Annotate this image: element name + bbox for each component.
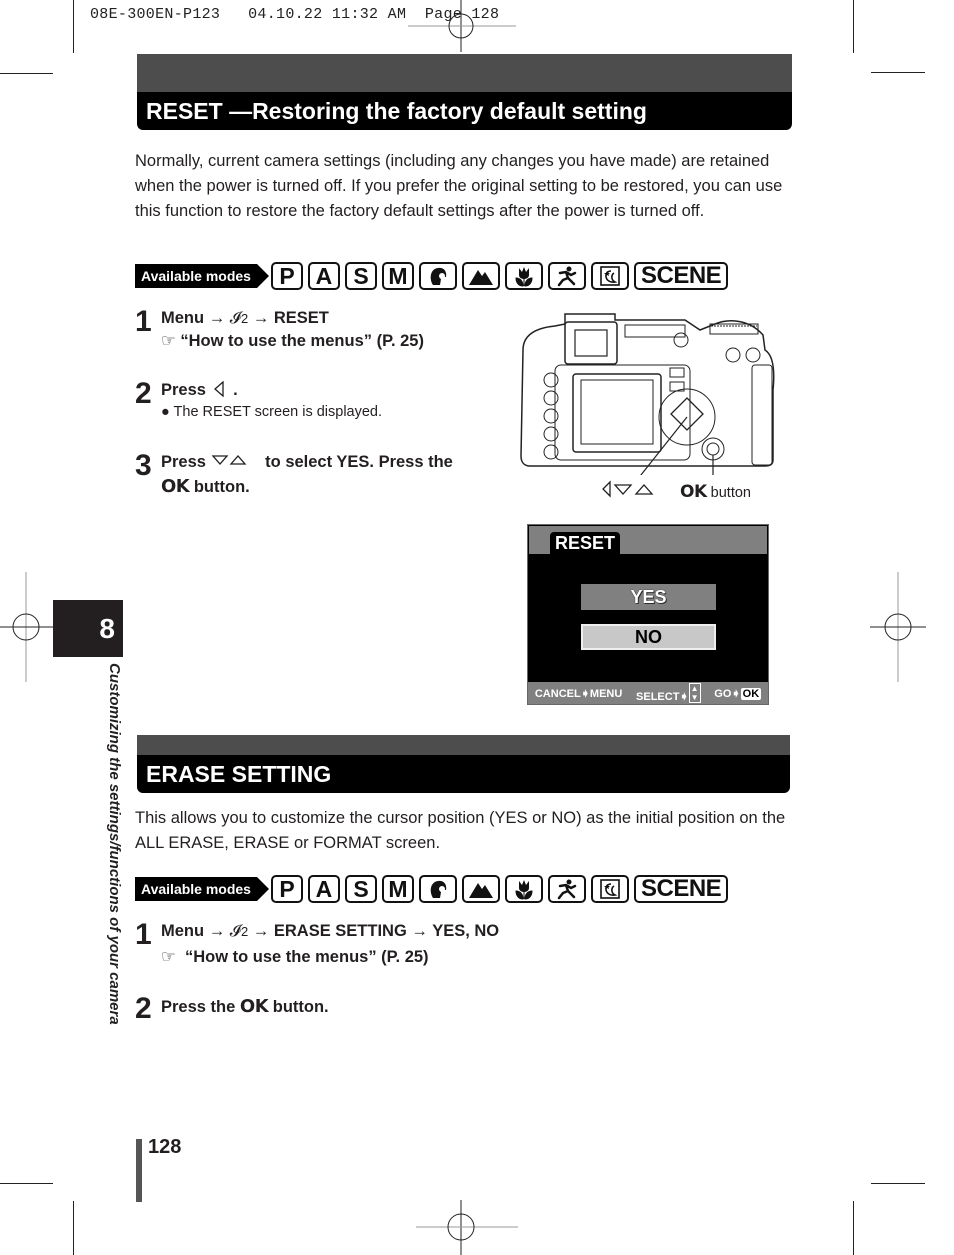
mode-s: S [344,262,377,290]
registration-mark-left [0,572,53,682]
button-label: button [710,485,751,501]
crop-mark [871,1183,925,1184]
arrow-icon: → [208,309,226,327]
up-down-arrow-buttons-icon [211,453,261,472]
crop-mark [871,72,925,73]
arrow-icon: → [411,922,428,940]
menu-item-reset: RESET [273,309,329,327]
page-number: 128 [148,1136,182,1158]
registration-mark-top [408,0,516,52]
sports-icon [547,262,586,290]
ok-label: OK [680,482,707,502]
ok-button-label: OK [161,476,190,497]
lcd-title: RESET [550,532,621,554]
erase-section-header: ERASE SETTING [137,735,790,793]
arrow-buttons-caption [600,480,656,502]
arrow-icon: → [252,922,270,940]
crop-mark [853,1201,854,1255]
camera-back-illustration [520,313,775,475]
available-modes-label: Available modes [135,877,269,901]
menu-label: Menu [161,922,205,940]
sports-icon [547,875,586,903]
macro-icon [504,262,543,290]
reference-link[interactable]: “How to use the menus” (P. 25) [185,948,429,966]
arrow-icon: → [208,922,226,940]
menu-item-erase-setting: ERASE SETTING [273,922,407,940]
menu-label: Menu [161,309,205,327]
reference-hand-icon: ☞ [161,948,176,966]
wrench-tab-icon: 𝓘 [229,922,241,940]
macro-icon [504,875,543,903]
chapter-tab: 8 [53,600,123,657]
mode-a: A [307,875,340,903]
step-number: 2 [135,992,152,1025]
page-number-bar [136,1139,142,1202]
step-number: 3 [135,449,152,482]
crop-mark [0,73,53,74]
registration-mark-right [870,572,926,682]
crop-mark [0,1183,53,1184]
wrench-tab-icon: 𝓘 [229,309,241,327]
mode-scene: SCENE [633,875,729,903]
menu-values: YES, NO [432,922,500,940]
lcd-select-hint: SELECT➧▲ ▼ [636,683,701,703]
night-scene-icon [590,262,629,290]
reset-section-title: RESET —Restoring the factory default set… [137,92,792,130]
lcd-option-yes[interactable]: YES [581,584,716,610]
reset-lcd-screen: RESET YES NO CANCEL➧MENU SELECT➧▲ ▼ GO➧ OK [527,524,769,705]
reference-hand-icon: ☞ [161,332,176,350]
reset-screen-note: The RESET screen is displayed. [173,404,383,420]
press-the-label: Press the [161,998,236,1016]
select-yes-instruction: to select YES. Press the [265,453,453,471]
lcd-go-hint: GO➧ OK [714,687,762,700]
button-label: button. [193,478,250,496]
available-modes-label: Available modes [135,264,269,288]
reset-section-header: RESET —Restoring the factory default set… [137,54,792,130]
up-down-icon: ▲ ▼ [688,683,701,703]
left-down-up-arrows-icon [602,480,654,498]
left-arrow-button-icon [211,380,234,399]
mode-a: A [307,262,340,290]
ok-button-caption: OK button [680,482,751,502]
available-modes-reset: Available modes P A S M SCENE [135,260,733,292]
press-label: Press [161,453,206,471]
registration-mark-bottom [416,1200,518,1255]
landscape-icon [461,875,500,903]
mode-p: P [270,262,303,290]
mode-p: P [270,875,303,903]
bullet-icon: ● [161,404,170,420]
crop-mark [73,1201,74,1255]
lcd-cancel-hint: CANCEL➧MENU [534,687,623,700]
menu-tab-number: 2 [240,311,249,326]
landscape-icon [461,262,500,290]
step-number: 1 [135,305,152,338]
erase-intro-text: This allows you to customize the cursor … [135,809,786,852]
reference-link[interactable]: “How to use the menus” (P. 25) [180,332,424,350]
chapter-side-title: Customizing the settings/functions of yo… [106,663,123,1025]
arrow-icon: → [252,309,270,327]
lcd-option-no[interactable]: NO [581,624,716,650]
period: . [233,381,238,399]
portrait-icon [418,875,457,903]
step-number: 2 [135,377,152,410]
menu-tab-number: 2 [240,924,249,939]
reset-intro-text: Normally, current camera settings (inclu… [135,152,783,220]
step-number: 1 [135,918,152,951]
press-label: Press [161,381,206,399]
mode-m: M [381,262,414,290]
crop-mark [853,0,854,53]
button-label: button. [272,998,329,1016]
crop-mark [73,0,74,53]
mode-scene: SCENE [633,262,729,290]
available-modes-erase: Available modes P A S M SCENE [135,873,733,905]
erase-section-title: ERASE SETTING [137,755,790,793]
ok-button-label: OK [239,996,269,1017]
night-scene-icon [590,875,629,903]
portrait-icon [418,262,457,290]
mode-s: S [344,875,377,903]
lcd-footer: CANCEL➧MENU SELECT➧▲ ▼ GO➧ OK [528,682,768,704]
mode-m: M [381,875,414,903]
